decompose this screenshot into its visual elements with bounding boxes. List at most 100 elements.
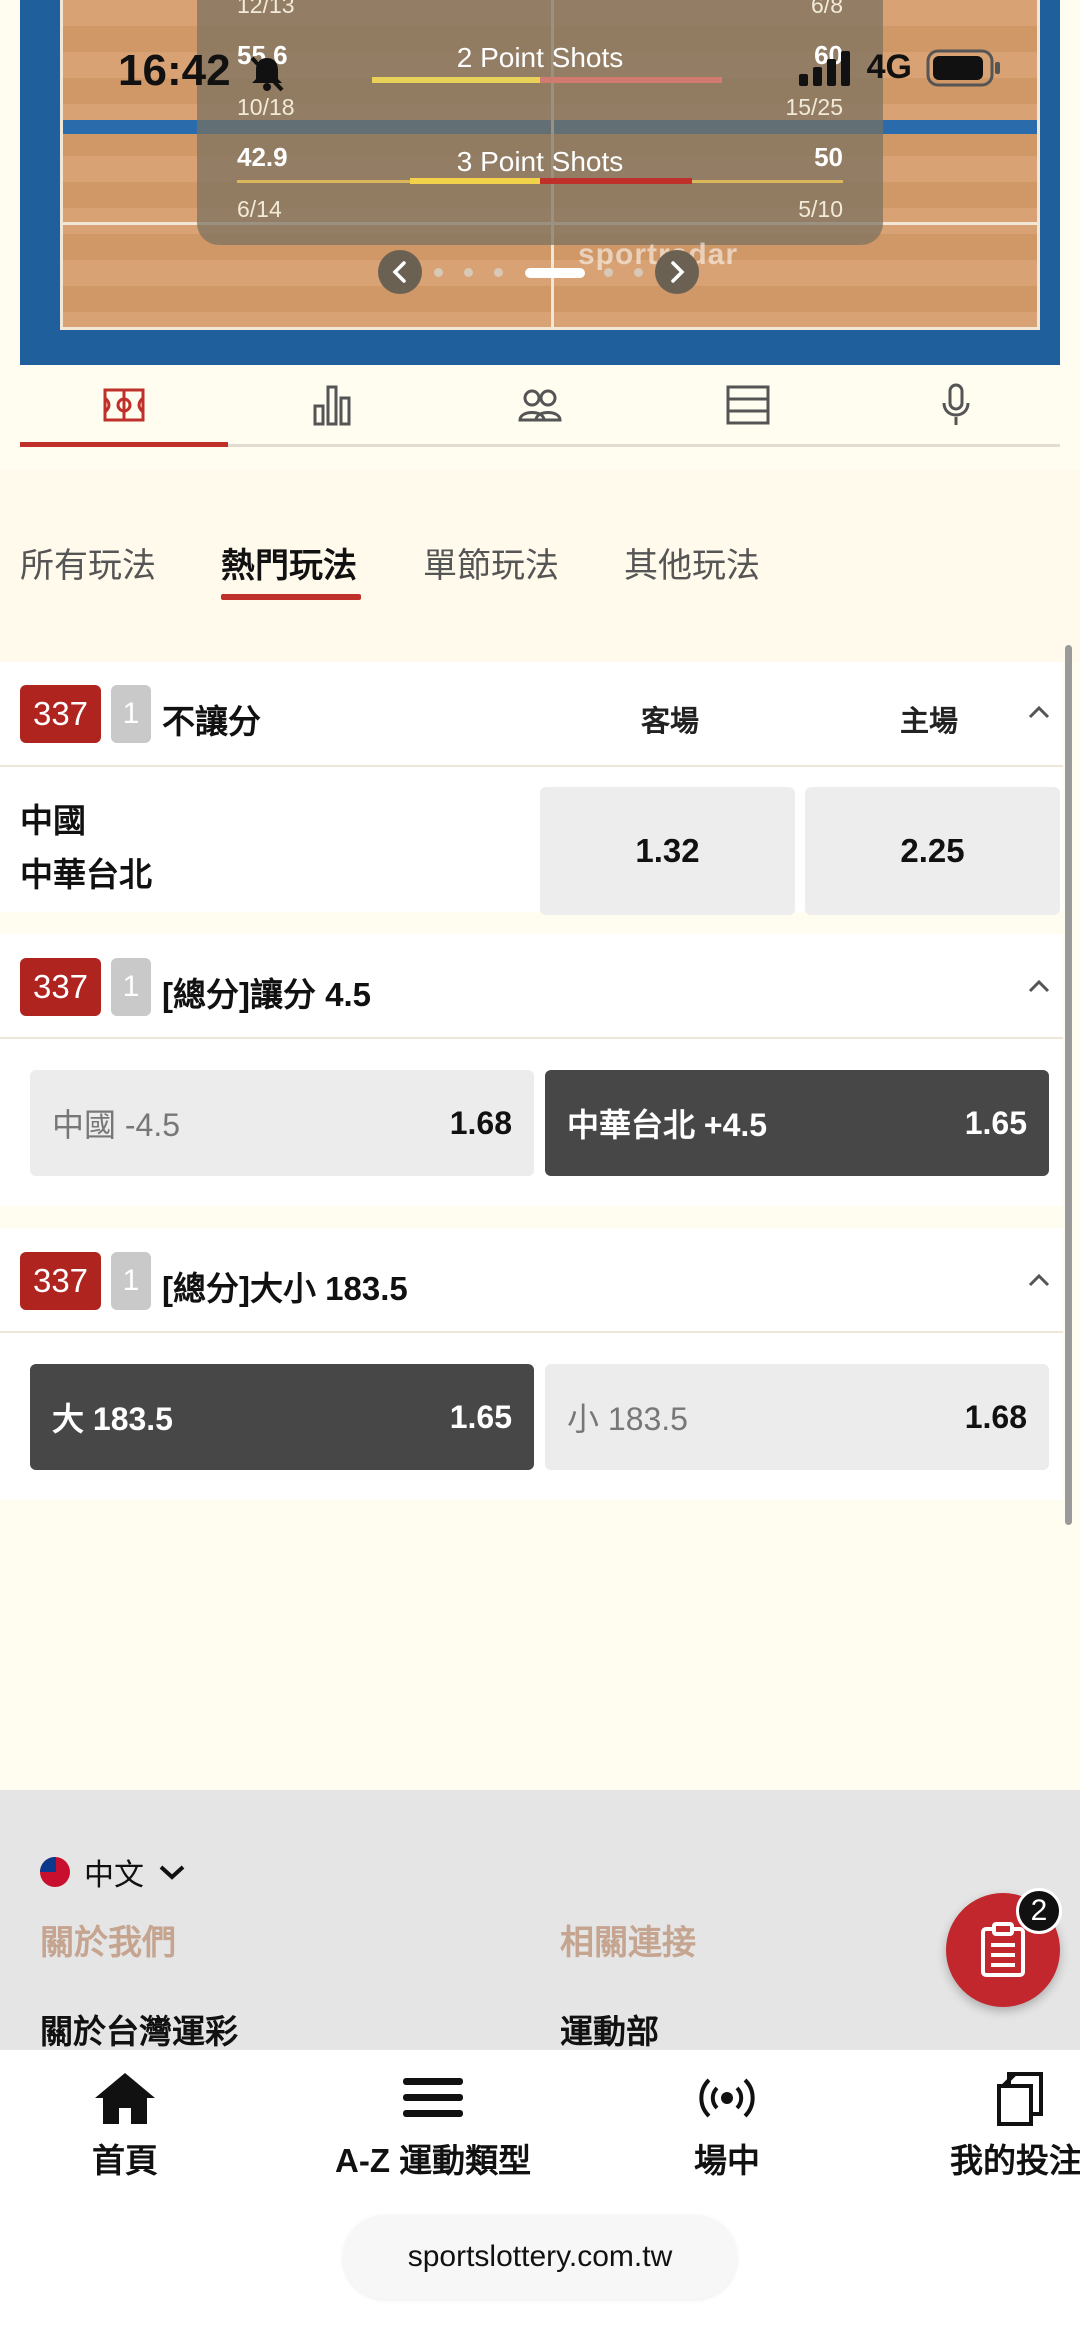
footer-heading-about: 關於我們 bbox=[40, 1924, 176, 1962]
chevron-up-icon[interactable] bbox=[1027, 704, 1051, 720]
scrollbar[interactable] bbox=[1065, 645, 1072, 1525]
three-point-left-bar bbox=[410, 178, 540, 184]
two-point-left-bar bbox=[372, 77, 540, 83]
selection-odds: 1.68 bbox=[964, 1398, 1027, 1435]
tab-standings[interactable] bbox=[644, 365, 852, 444]
bar-chart-icon bbox=[313, 385, 351, 425]
nav-label: 首頁 bbox=[92, 2142, 158, 2179]
match-view-tabs bbox=[20, 365, 1060, 447]
pager-dot[interactable] bbox=[634, 268, 643, 277]
market-card-total: 337 1 [總分]大小 183.5 大 183.5 1.65 小 183.5 … bbox=[0, 1228, 1063, 1500]
nav-sports-az[interactable]: A-Z 運動類型 bbox=[335, 2070, 531, 2182]
handicap-away-selection[interactable]: 中國 -4.5 1.68 bbox=[30, 1070, 534, 1176]
microphone-icon bbox=[942, 383, 970, 425]
shot-stats-panel: 12/13 6/8 55.6 2 Point Shots 60 10/18 15… bbox=[197, 0, 883, 245]
nav-home[interactable]: 首頁 bbox=[92, 2070, 158, 2182]
betslip-count-badge: 2 bbox=[1016, 1888, 1062, 1934]
prev-left-count: 12/13 bbox=[237, 0, 295, 18]
footer-link-sports-ministry[interactable]: 運動部 bbox=[560, 2005, 659, 2053]
tab-lineups[interactable] bbox=[436, 365, 644, 444]
home-icon bbox=[95, 2073, 155, 2124]
tab-quarter-markets[interactable]: 單節玩法 bbox=[423, 538, 559, 587]
tab-statistics[interactable] bbox=[228, 365, 436, 444]
status-time: 16:42 bbox=[118, 46, 231, 95]
network-type: 4G bbox=[866, 48, 912, 86]
selection-odds: 1.65 bbox=[964, 1104, 1027, 1141]
selection-odds: 1.65 bbox=[449, 1398, 512, 1435]
nav-live[interactable]: 場中 bbox=[694, 2070, 760, 2182]
pager-dot-active[interactable] bbox=[525, 268, 585, 278]
total-under-selection[interactable]: 小 183.5 1.68 bbox=[545, 1364, 1049, 1470]
nav-my-bets[interactable]: 我的投注 bbox=[950, 2070, 1080, 2182]
three-point-left-count: 6/14 bbox=[237, 196, 282, 222]
selection-label: 大 183.5 bbox=[52, 1401, 173, 1437]
players-icon bbox=[518, 389, 562, 421]
odds-home-button[interactable]: 2.25 bbox=[805, 787, 1060, 915]
prev-slide-button[interactable] bbox=[378, 250, 422, 294]
pager-dot[interactable] bbox=[494, 268, 503, 277]
game-number-badge: 337 bbox=[20, 1252, 101, 1310]
match-tracker: 12/13 6/8 55.6 2 Point Shots 60 10/18 15… bbox=[0, 0, 1080, 365]
list-icon bbox=[726, 385, 770, 424]
nav-label: A-Z 運動類型 bbox=[335, 2142, 532, 2179]
footer-heading-links: 相關連接 bbox=[560, 1924, 696, 1962]
footer-link-about-tsl[interactable]: 關於台灣運彩 bbox=[40, 2005, 238, 2053]
handicap-home-selection[interactable]: 中華台北 +4.5 1.65 bbox=[545, 1070, 1049, 1176]
game-number-badge: 337 bbox=[20, 958, 101, 1016]
bets-icon bbox=[997, 2072, 1043, 2126]
tab-other-markets[interactable]: 其他玩法 bbox=[624, 538, 760, 587]
two-point-left-count: 10/18 bbox=[237, 94, 295, 120]
live-icon bbox=[699, 2078, 755, 2118]
selection-label: 小 183.5 bbox=[567, 1401, 688, 1437]
pager-dot[interactable] bbox=[604, 268, 613, 277]
period-badge: 1 bbox=[111, 958, 151, 1016]
three-point-right-pct: 50 bbox=[814, 142, 843, 172]
bet-category-tabs: 所有玩法 熱門玩法 單節玩法 其他玩法 bbox=[0, 470, 1080, 662]
prev-right-count: 6/8 bbox=[811, 0, 843, 18]
home-column-header: 主場 bbox=[900, 706, 959, 738]
chevron-up-icon[interactable] bbox=[1027, 1272, 1051, 1288]
three-point-right-bar bbox=[540, 178, 692, 184]
nav-label: 場中 bbox=[694, 2142, 760, 2179]
total-over-selection[interactable]: 大 183.5 1.65 bbox=[30, 1364, 534, 1470]
market-header[interactable]: 337 1 [總分]大小 183.5 bbox=[0, 1228, 1063, 1333]
pager-dot[interactable] bbox=[434, 268, 443, 277]
chevron-left-icon bbox=[392, 261, 406, 283]
selection-label: 中國 -4.5 bbox=[52, 1107, 181, 1143]
chevron-up-icon[interactable] bbox=[1027, 978, 1051, 994]
market-header[interactable]: 337 1 [總分]讓分 4.5 bbox=[0, 934, 1063, 1039]
taiwan-flag-icon bbox=[40, 1857, 70, 1887]
pager-dot[interactable] bbox=[464, 268, 473, 277]
two-point-title: 2 Point Shots bbox=[456, 42, 624, 73]
site-footer: 中文 關於我們 相關連接 關於台灣運彩 運動部 bbox=[0, 1790, 1080, 2050]
next-slide-button[interactable] bbox=[655, 250, 699, 294]
two-point-right-bar bbox=[540, 77, 722, 83]
browser-url-bar[interactable]: sportslottery.com.tw bbox=[343, 2215, 737, 2299]
period-badge: 1 bbox=[111, 685, 151, 743]
chevron-down-icon bbox=[159, 1865, 185, 1880]
selection-odds: 1.68 bbox=[449, 1104, 512, 1141]
tab-popular-markets[interactable]: 熱門玩法 bbox=[221, 538, 357, 587]
selection-label: 中華台北 +4.5 bbox=[567, 1107, 768, 1143]
tab-commentary[interactable] bbox=[852, 365, 1060, 444]
market-card-moneyline: 337 1 不讓分 客場 主場 中國 中華台北 1.32 2.25 bbox=[0, 662, 1063, 915]
language-label: 中文 bbox=[84, 1859, 144, 1892]
three-point-title: 3 Point Shots bbox=[456, 146, 624, 177]
three-point-right-count: 5/10 bbox=[798, 196, 843, 222]
market-title: 不讓分 bbox=[162, 703, 261, 740]
team-home-name: 中華台北 bbox=[20, 856, 152, 893]
game-number-badge: 337 bbox=[20, 685, 101, 743]
language-selector[interactable]: 中文 bbox=[40, 1850, 186, 1894]
tab-court[interactable] bbox=[20, 365, 228, 447]
market-title: [總分]讓分 4.5 bbox=[162, 976, 372, 1013]
market-header[interactable]: 337 1 不讓分 客場 主場 bbox=[0, 662, 1063, 767]
tab-all-markets[interactable]: 所有玩法 bbox=[20, 538, 156, 587]
silent-bell-icon bbox=[250, 56, 284, 92]
two-point-right-count: 15/25 bbox=[785, 94, 843, 120]
signal-icon bbox=[798, 50, 850, 86]
market-card-handicap: 337 1 [總分]讓分 4.5 中國 -4.5 1.68 中華台北 +4.5 … bbox=[0, 934, 1063, 1206]
status-indicators: 4G bbox=[797, 48, 1002, 87]
away-column-header: 客場 bbox=[641, 706, 700, 738]
market-title: [總分]大小 183.5 bbox=[162, 1270, 408, 1307]
odds-away-button[interactable]: 1.32 bbox=[540, 787, 795, 915]
